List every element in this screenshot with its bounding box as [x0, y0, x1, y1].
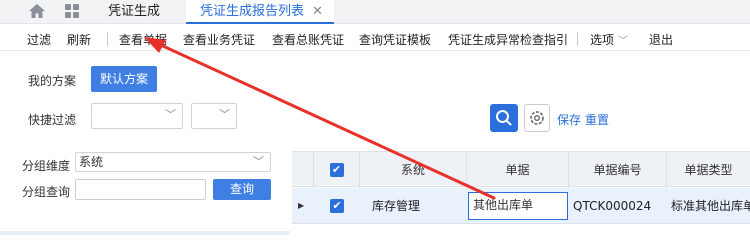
group-query-input[interactable]	[75, 179, 206, 200]
filter-button[interactable]: 过滤	[27, 31, 51, 48]
left-panel-scroll-strip	[0, 231, 290, 235]
my-scheme-label: 我的方案	[28, 74, 77, 88]
group-dimension-value: 系统	[79, 155, 104, 169]
chevron-down-icon: ﹀	[165, 108, 176, 121]
group-query-button[interactable]: 查询	[213, 179, 271, 200]
toolbar-divider	[577, 32, 578, 46]
cell-document[interactable]: 其他出库单	[468, 192, 568, 220]
query-voucher-template-button[interactable]: 查询凭证模板	[359, 31, 431, 48]
quick-filter-operator-select[interactable]: ﹀	[191, 103, 237, 129]
row-select-cell: ✔	[314, 188, 360, 224]
home-icon[interactable]	[28, 3, 46, 19]
view-document-button[interactable]: 查看单据	[119, 31, 167, 48]
column-header-document-type[interactable]: 单据类型	[667, 152, 750, 188]
cell-document-number[interactable]: QTCK000024	[573, 188, 651, 224]
exception-check-guide-button[interactable]: 凭证生成异常检查指引	[448, 31, 568, 48]
apps-grid-icon[interactable]	[64, 3, 80, 19]
group-query-label: 分组查询	[22, 185, 71, 199]
options-menu[interactable]: 选项 ﹀	[590, 31, 628, 48]
toolbar: 过滤 刷新 查看单据 查看业务凭证 查看总账凭证 查询凭证模板 凭证生成异常检查…	[0, 26, 750, 51]
row-indicator-header	[292, 152, 314, 188]
chevron-down-icon: ﹀	[618, 36, 629, 47]
filter-settings-button[interactable]	[524, 104, 550, 132]
column-header-document[interactable]: 单据	[467, 152, 569, 188]
chevron-down-icon: ﹀	[219, 108, 230, 121]
save-scheme-link[interactable]: 保存	[557, 111, 581, 128]
select-all-checkbox[interactable]: ✔	[329, 163, 344, 177]
select-all-column-header: ✔	[314, 152, 360, 188]
close-tab-icon[interactable]: ✕	[312, 0, 323, 24]
view-business-voucher-button[interactable]: 查看业务凭证	[183, 31, 255, 48]
row-checkbox[interactable]: ✔	[330, 199, 344, 213]
tab-label: 凭证生成报告列表	[200, 4, 305, 19]
reset-link[interactable]: 重置	[585, 111, 609, 128]
current-row-indicator-icon: ▶	[298, 201, 305, 210]
exit-button[interactable]: 退出	[649, 31, 673, 48]
tab-voucher-generation[interactable]: 凭证生成	[108, 0, 160, 24]
grid-header: ✔ 系统 单据 单据编号 单据类型	[292, 151, 750, 188]
refresh-button[interactable]: 刷新	[67, 31, 91, 48]
tab-voucher-report-list[interactable]: 凭证生成报告列表 ✕	[186, 0, 334, 24]
column-header-system[interactable]: 系统	[360, 152, 467, 188]
cell-document-type[interactable]: 标准其他出库单	[671, 188, 750, 224]
table-row[interactable]: ▶ ✔ 库存管理 其他出库单 QTCK000024 标准其他出库单	[292, 188, 750, 224]
view-gl-voucher-button[interactable]: 查看总账凭证	[272, 31, 344, 48]
tab-bar: 凭证生成 凭证生成报告列表 ✕	[0, 0, 750, 24]
options-label: 选项	[590, 33, 615, 47]
search-button[interactable]	[490, 104, 518, 132]
gear-icon	[530, 111, 544, 125]
cell-document-editor[interactable]: 其他出库单	[468, 192, 568, 220]
group-dimension-select[interactable]: 系统 ﹀	[75, 152, 271, 172]
chevron-down-icon: ﹀	[253, 155, 264, 168]
search-icon	[496, 110, 512, 126]
column-header-document-number[interactable]: 单据编号	[569, 152, 667, 188]
default-scheme-button[interactable]: 默认方案	[91, 66, 157, 92]
quick-filter-field-select[interactable]: ﹀	[91, 103, 183, 129]
cell-system[interactable]: 库存管理	[372, 188, 420, 224]
group-dimension-label: 分组维度	[22, 159, 71, 173]
quick-filter-label: 快捷过滤	[28, 113, 77, 127]
toolbar-divider	[107, 32, 108, 46]
